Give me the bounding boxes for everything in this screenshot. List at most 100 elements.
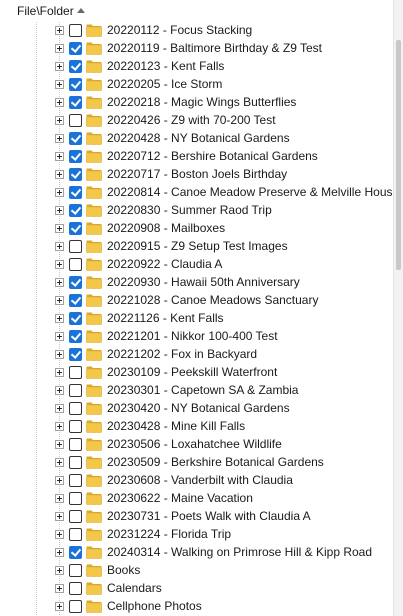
folder-row[interactable]: 20220830 - Summer Raod Trip <box>0 202 393 220</box>
folder-checkbox-unchecked[interactable] <box>69 492 82 505</box>
folder-row[interactable]: 20220915 - Z9 Setup Test Images <box>0 238 393 256</box>
expand-plus-icon[interactable] <box>55 476 64 485</box>
folder-row[interactable]: 20220930 - Hawaii 50th Anniversary <box>0 274 393 292</box>
folder-row[interactable]: 20220814 - Canoe Meadow Preserve & Melvi… <box>0 184 399 202</box>
folder-row[interactable]: 20220428 - NY Botanical Gardens <box>0 130 393 148</box>
folder-checkbox-unchecked[interactable] <box>69 402 82 415</box>
expand-plus-icon[interactable] <box>55 224 64 233</box>
folder-row[interactable]: 20231224 - Florida Trip <box>0 526 393 544</box>
folder-row[interactable]: Cellphone Photos <box>0 598 393 616</box>
expand-plus-icon[interactable] <box>55 422 64 431</box>
folder-row[interactable]: 20220112 - Focus Stacking <box>0 22 393 40</box>
folder-checkbox-unchecked[interactable] <box>69 258 82 271</box>
folder-checkbox-checked[interactable] <box>69 96 82 109</box>
expand-plus-icon[interactable] <box>55 530 64 539</box>
expand-plus-icon[interactable] <box>55 350 64 359</box>
folder-checkbox-checked[interactable] <box>69 132 82 145</box>
folder-row[interactable]: 20220218 - Magic Wings Butterflies <box>0 94 393 112</box>
folder-checkbox-checked[interactable] <box>69 294 82 307</box>
folder-row[interactable]: 20220205 - Ice Storm <box>0 76 393 94</box>
scrollbar-thumb[interactable] <box>396 40 401 270</box>
folder-checkbox-checked[interactable] <box>69 330 82 343</box>
expand-plus-icon[interactable] <box>55 260 64 269</box>
folder-row[interactable]: 20220712 - Bershire Botanical Gardens <box>0 148 393 166</box>
folder-checkbox-unchecked[interactable] <box>69 366 82 379</box>
folder-checkbox-checked[interactable] <box>69 168 82 181</box>
folder-checkbox-checked[interactable] <box>69 150 82 163</box>
folder-checkbox-unchecked[interactable] <box>69 582 82 595</box>
folder-checkbox-unchecked[interactable] <box>69 456 82 469</box>
folder-row[interactable]: 20230420 - NY Botanical Gardens <box>0 400 393 418</box>
folder-row[interactable]: 20220119 - Baltimore Birthday & Z9 Test <box>0 40 393 58</box>
folder-row[interactable]: 20221202 - Fox in Backyard <box>0 346 393 364</box>
expand-plus-icon[interactable] <box>55 188 64 197</box>
folder-row[interactable]: 20220908 - Mailboxes <box>0 220 393 238</box>
folder-row[interactable]: 20230622 - Maine Vacation <box>0 490 393 508</box>
expand-plus-icon[interactable] <box>55 26 64 35</box>
expand-plus-icon[interactable] <box>55 368 64 377</box>
folder-checkbox-unchecked[interactable] <box>69 24 82 37</box>
folder-row[interactable]: 20220717 - Boston Joels Birthday <box>0 166 393 184</box>
folder-checkbox-unchecked[interactable] <box>69 528 82 541</box>
folder-row[interactable]: 20220922 - Claudia A <box>0 256 393 274</box>
folder-row[interactable]: 20230506 - Loxahatchee Wildlife <box>0 436 393 454</box>
folder-row[interactable]: 20230301 - Capetown SA & Zambia <box>0 382 393 400</box>
folder-row[interactable]: 20230509 - Berkshire Botanical Gardens <box>0 454 393 472</box>
vertical-scrollbar[interactable] <box>393 0 403 616</box>
expand-plus-icon[interactable] <box>55 584 64 593</box>
folder-row[interactable]: 20221126 - Kent Falls <box>0 310 393 328</box>
expand-plus-icon[interactable] <box>55 566 64 575</box>
folder-row[interactable]: Calendars <box>0 580 393 598</box>
folder-checkbox-unchecked[interactable] <box>69 474 82 487</box>
expand-plus-icon[interactable] <box>55 170 64 179</box>
expand-plus-icon[interactable] <box>55 494 64 503</box>
expand-plus-icon[interactable] <box>55 404 64 413</box>
folder-checkbox-unchecked[interactable] <box>69 600 82 613</box>
column-header-file-folder[interactable]: File\Folder <box>0 0 395 22</box>
folder-checkbox-unchecked[interactable] <box>69 114 82 127</box>
folder-checkbox-unchecked[interactable] <box>69 510 82 523</box>
expand-plus-icon[interactable] <box>55 548 64 557</box>
folder-row[interactable]: Books <box>0 562 393 580</box>
folder-row[interactable]: 20230109 - Peekskill Waterfront <box>0 364 393 382</box>
folder-row[interactable]: 20220123 - Kent Falls <box>0 58 393 76</box>
expand-plus-icon[interactable] <box>55 62 64 71</box>
folder-checkbox-checked[interactable] <box>69 222 82 235</box>
expand-plus-icon[interactable] <box>55 242 64 251</box>
expand-plus-icon[interactable] <box>55 80 64 89</box>
folder-checkbox-checked[interactable] <box>69 42 82 55</box>
folder-row[interactable]: 20221201 - Nikkor 100-400 Test <box>0 328 393 346</box>
expand-plus-icon[interactable] <box>55 134 64 143</box>
expand-plus-icon[interactable] <box>55 602 64 611</box>
folder-checkbox-checked[interactable] <box>69 78 82 91</box>
expand-plus-icon[interactable] <box>55 206 64 215</box>
folder-row[interactable]: 20230608 - Vanderbilt with Claudia <box>0 472 393 490</box>
expand-plus-icon[interactable] <box>55 458 64 467</box>
folder-checkbox-checked[interactable] <box>69 276 82 289</box>
expand-plus-icon[interactable] <box>55 440 64 449</box>
folder-checkbox-unchecked[interactable] <box>69 420 82 433</box>
expand-plus-icon[interactable] <box>55 314 64 323</box>
folder-row[interactable]: 20220426 - Z9 with 70-200 Test <box>0 112 393 130</box>
expand-plus-icon[interactable] <box>55 296 64 305</box>
folder-checkbox-unchecked[interactable] <box>69 240 82 253</box>
folder-row[interactable]: 20221028 - Canoe Meadows Sanctuary <box>0 292 393 310</box>
folder-row[interactable]: 20230428 - Mine Kill Falls <box>0 418 393 436</box>
expand-plus-icon[interactable] <box>55 44 64 53</box>
folder-checkbox-checked[interactable] <box>69 348 82 361</box>
folder-checkbox-unchecked[interactable] <box>69 438 82 451</box>
expand-plus-icon[interactable] <box>55 512 64 521</box>
expand-plus-icon[interactable] <box>55 278 64 287</box>
folder-checkbox-checked[interactable] <box>69 60 82 73</box>
folder-checkbox-checked[interactable] <box>69 186 82 199</box>
folder-checkbox-checked[interactable] <box>69 204 82 217</box>
folder-checkbox-unchecked[interactable] <box>69 564 82 577</box>
expand-plus-icon[interactable] <box>55 98 64 107</box>
expand-plus-icon[interactable] <box>55 386 64 395</box>
folder-checkbox-checked[interactable] <box>69 546 82 559</box>
folder-row[interactable]: 20230731 - Poets Walk with Claudia A <box>0 508 393 526</box>
expand-plus-icon[interactable] <box>55 152 64 161</box>
folder-checkbox-checked[interactable] <box>69 312 82 325</box>
expand-plus-icon[interactable] <box>55 332 64 341</box>
expand-plus-icon[interactable] <box>55 116 64 125</box>
